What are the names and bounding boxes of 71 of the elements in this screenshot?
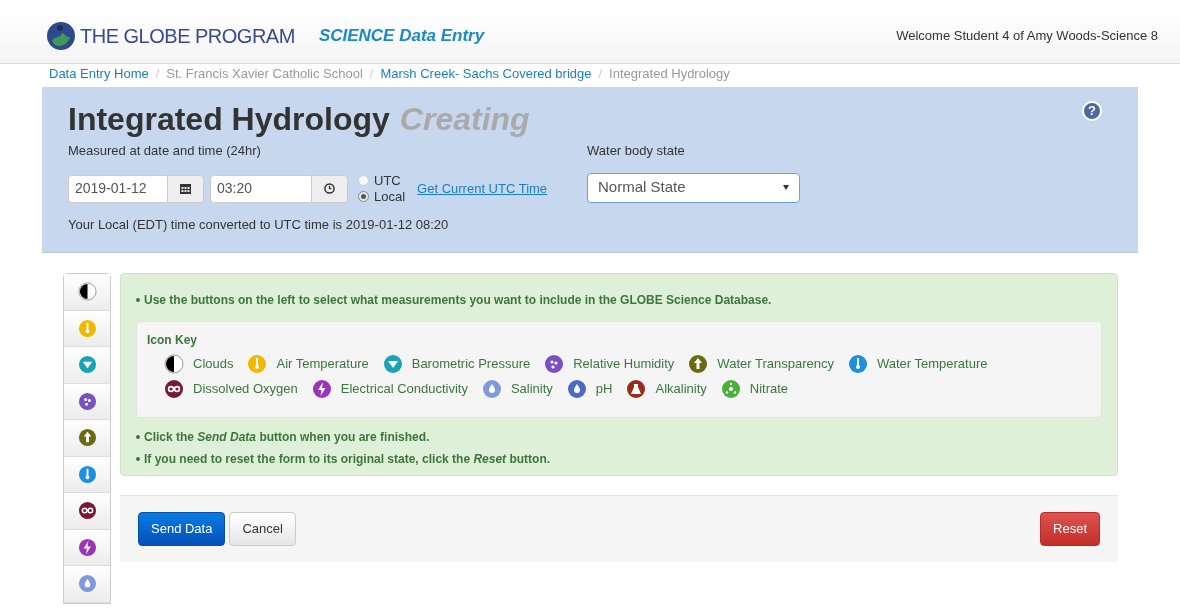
icon-key-label: Dissolved Oxygen <box>193 380 298 399</box>
icon-key-label: Clouds <box>193 355 234 374</box>
form-status: Creating <box>399 100 530 139</box>
funnel-icon <box>77 355 97 375</box>
instruction-text: If you need to reset the form to its original state, click the Reset button. <box>144 451 551 468</box>
bubbles-icon <box>164 379 184 399</box>
droplet-icon <box>481 379 502 399</box>
cancel-button[interactable]: Cancel <box>229 512 296 546</box>
measurement-button[interactable] <box>64 274 110 311</box>
droplet-icon <box>566 379 587 399</box>
icon-key-label: Air Temperature <box>276 355 369 374</box>
funnel-icon <box>382 354 403 374</box>
icon-key-label: Water Transparency <box>717 355 834 374</box>
icon-key-label: Alkalinity <box>655 380 707 399</box>
radio-label: UTC <box>374 172 401 189</box>
send-button[interactable]: Send Data <box>138 512 226 546</box>
logo-text: THE GLOBE PROGRAM <box>80 23 295 49</box>
half-circle-icon <box>164 354 184 374</box>
lightning-icon <box>77 537 97 557</box>
bubbles-icon <box>77 501 97 521</box>
measurement-button[interactable] <box>64 493 110 530</box>
water-state-select[interactable]: Normal State <box>587 172 800 203</box>
icon-key-label: Barometric Pressure <box>411 355 531 374</box>
date-label: Measured at date and time (24hr) <box>68 142 262 160</box>
date-field[interactable]: 2019-01-12 <box>68 174 168 203</box>
utc-time-link[interactable]: Get Current UTC Time <box>417 178 548 199</box>
icon-key-label: Electrical Conductivity <box>340 380 468 399</box>
breadcrumb-text: Integrated Hydrology <box>609 65 730 84</box>
breadcrumb-link[interactable]: Data Entry Home <box>49 64 149 84</box>
instruction-text: Click the Send Data button when you are finished. <box>144 429 430 446</box>
clock-icon <box>324 183 335 194</box>
droplet-icon <box>77 574 97 594</box>
bullet-icon <box>136 435 140 439</box>
water-state-label: Water body state <box>587 142 686 160</box>
thermometer-icon <box>247 354 268 374</box>
icon-key-label: Nitrate <box>749 380 789 399</box>
form-title: Integrated Hydrology <box>68 100 390 139</box>
breadcrumb-separator: / <box>598 65 603 84</box>
instruction-text: Use the buttons on the left to select what measurements you want to include in the GLOBE Science Database. <box>144 292 772 309</box>
globe-logo-icon <box>46 20 76 51</box>
breadcrumb-link[interactable]: Marsh Creek- Sachs Covered bridge <box>380 64 592 84</box>
icon-key-label: Relative Humidity <box>573 355 675 374</box>
breadcrumb-separator: / <box>155 65 160 84</box>
icon-key-label: pH <box>595 380 613 399</box>
icon-key-label: Salinity <box>510 380 553 399</box>
bullet-icon <box>136 457 140 461</box>
reset-button[interactable]: Reset <box>1040 512 1100 546</box>
lightning-icon <box>311 379 332 399</box>
calendar-icon <box>180 183 191 194</box>
app-title: SCIENCE Data Entry <box>318 24 485 47</box>
radio-label: Local <box>374 188 406 205</box>
breadcrumb-separator: / <box>369 65 374 84</box>
molecule-icon <box>720 379 741 399</box>
radio-button[interactable] <box>358 175 369 186</box>
breadcrumb-text: St. Francis Xavier Catholic School <box>166 65 363 84</box>
clock-button[interactable] <box>312 174 348 203</box>
time-field[interactable]: 03:20 <box>210 174 312 203</box>
thermometer-icon <box>77 318 97 338</box>
caret-icon <box>783 185 789 190</box>
calendar-button[interactable] <box>168 174 204 203</box>
icon-key-label: Water Temperature <box>876 355 988 374</box>
help-button[interactable]: ? <box>1082 101 1102 121</box>
welcome-text: Welcome Student 4 of Amy Woods-Science 8 <box>896 26 1158 45</box>
radio-button[interactable] <box>358 191 369 202</box>
bullet-icon <box>136 298 140 302</box>
half-circle-icon <box>77 282 97 302</box>
icon-key-title: Icon Key <box>147 332 198 349</box>
converted-time-note: Your Local (EDT) time converted to UTC time is 2019-01-12 08:20 <box>68 215 450 234</box>
thermometer-icon <box>847 354 868 374</box>
flask-icon <box>626 379 647 399</box>
thermometer-icon <box>77 464 97 484</box>
